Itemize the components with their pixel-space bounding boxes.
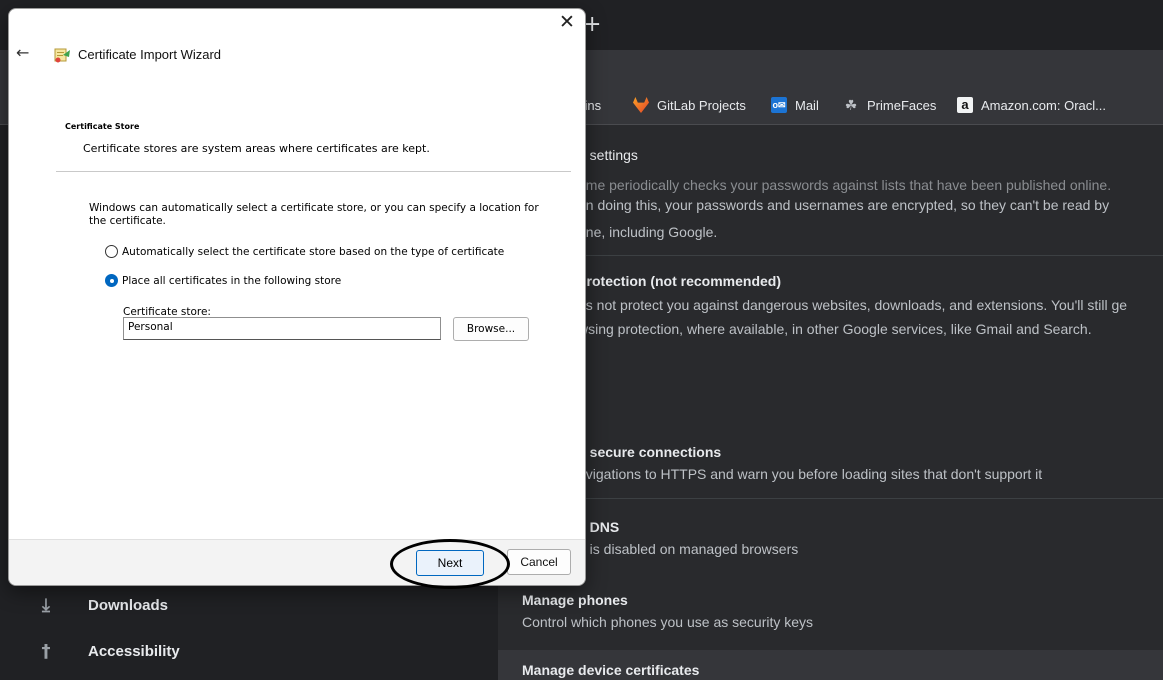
secure-dns-desc: g is disabled on managed browsers	[578, 541, 799, 557]
dialog-title: Certificate Import Wizard	[78, 47, 222, 62]
primefaces-icon: ☘	[844, 97, 858, 113]
radio-button-selected[interactable]	[105, 274, 118, 287]
header-separator	[56, 171, 571, 172]
manage-certificates-row[interactable]: Manage device certificates	[498, 650, 1163, 680]
password-check-text-cut: ome periodically checks your passwords a…	[578, 177, 1112, 193]
accessibility-icon: †	[41, 640, 51, 662]
dialog-footer	[9, 539, 585, 585]
certificate-icon	[54, 48, 70, 63]
settings-content: h settings ome periodically checks your …	[498, 125, 1163, 680]
bookmark-amazon[interactable]: a Amazon.com: Oracl...	[957, 93, 1106, 117]
section-header: Certificate Store	[65, 122, 140, 131]
divider	[568, 255, 1163, 256]
manage-phones-desc: Control which phones you use as security…	[522, 614, 814, 630]
https-option-desc: avigations to HTTPS and warn you before …	[578, 466, 1043, 482]
outlook-icon: o✉	[771, 97, 787, 113]
cancel-button[interactable]: Cancel	[507, 549, 571, 575]
password-check-text: en doing this, your passwords and userna…	[578, 197, 1110, 213]
search-settings-input[interactable]: h settings	[498, 139, 1163, 171]
browse-button[interactable]: Browse...	[453, 317, 529, 341]
no-protection-desc: es not protect you against dangerous web…	[578, 297, 1128, 313]
no-protection-desc-2: wsing protection, where available, in ot…	[578, 321, 1092, 337]
radio-auto-select[interactable]: Automatically select the certificate sto…	[105, 245, 504, 258]
password-check-text-2: one, including Google.	[578, 224, 718, 240]
divider	[568, 498, 1163, 499]
download-icon: ⤓	[42, 594, 50, 616]
instruction-text: Windows can automatically select a certi…	[89, 202, 539, 227]
bookmark-label: Mail	[795, 97, 819, 113]
radio-button[interactable]	[105, 245, 118, 258]
radio-label: Automatically select the certificate sto…	[122, 245, 505, 258]
sidebar-item-downloads[interactable]: ⤓ Downloads	[0, 585, 168, 625]
manage-certificates-title: Manage device certificates	[522, 662, 700, 678]
amazon-icon: a	[957, 97, 973, 113]
back-arrow-icon[interactable]: ←	[16, 43, 29, 62]
radio-place-in-store[interactable]: Place all certificates in the following …	[105, 274, 341, 287]
manage-phones-title[interactable]: Manage phones	[522, 592, 628, 608]
sidebar-item-label: Accessibility	[88, 642, 180, 660]
certificate-store-field[interactable]: Personal	[123, 317, 441, 340]
bookmark-label: Amazon.com: Oracl...	[981, 97, 1106, 113]
bookmark-gitlab[interactable]: GitLab Projects	[633, 93, 746, 117]
bookmark-label: PrimeFaces	[867, 97, 937, 113]
bookmark-primefaces[interactable]: ☘ PrimeFaces	[843, 93, 937, 117]
sidebar-item-accessibility[interactable]: † Accessibility	[0, 631, 180, 671]
close-button[interactable]: ✕	[557, 11, 577, 33]
https-option-title[interactable]: e secure connections	[578, 444, 721, 460]
sidebar-item-label: Downloads	[88, 596, 169, 614]
bookmark-mail[interactable]: o✉ Mail	[771, 93, 819, 117]
next-button[interactable]: Next	[416, 550, 484, 576]
certificate-import-wizard-dialog: ✕ ← Certificate Import Wizard Certificat…	[8, 8, 586, 586]
gitlab-icon	[633, 97, 649, 113]
bookmark-label: GitLab Projects	[657, 97, 746, 113]
no-protection-option[interactable]: protection (not recommended)	[578, 273, 781, 289]
radio-label: Place all certificates in the following …	[122, 274, 342, 287]
section-description: Certificate stores are system areas wher…	[83, 142, 430, 155]
